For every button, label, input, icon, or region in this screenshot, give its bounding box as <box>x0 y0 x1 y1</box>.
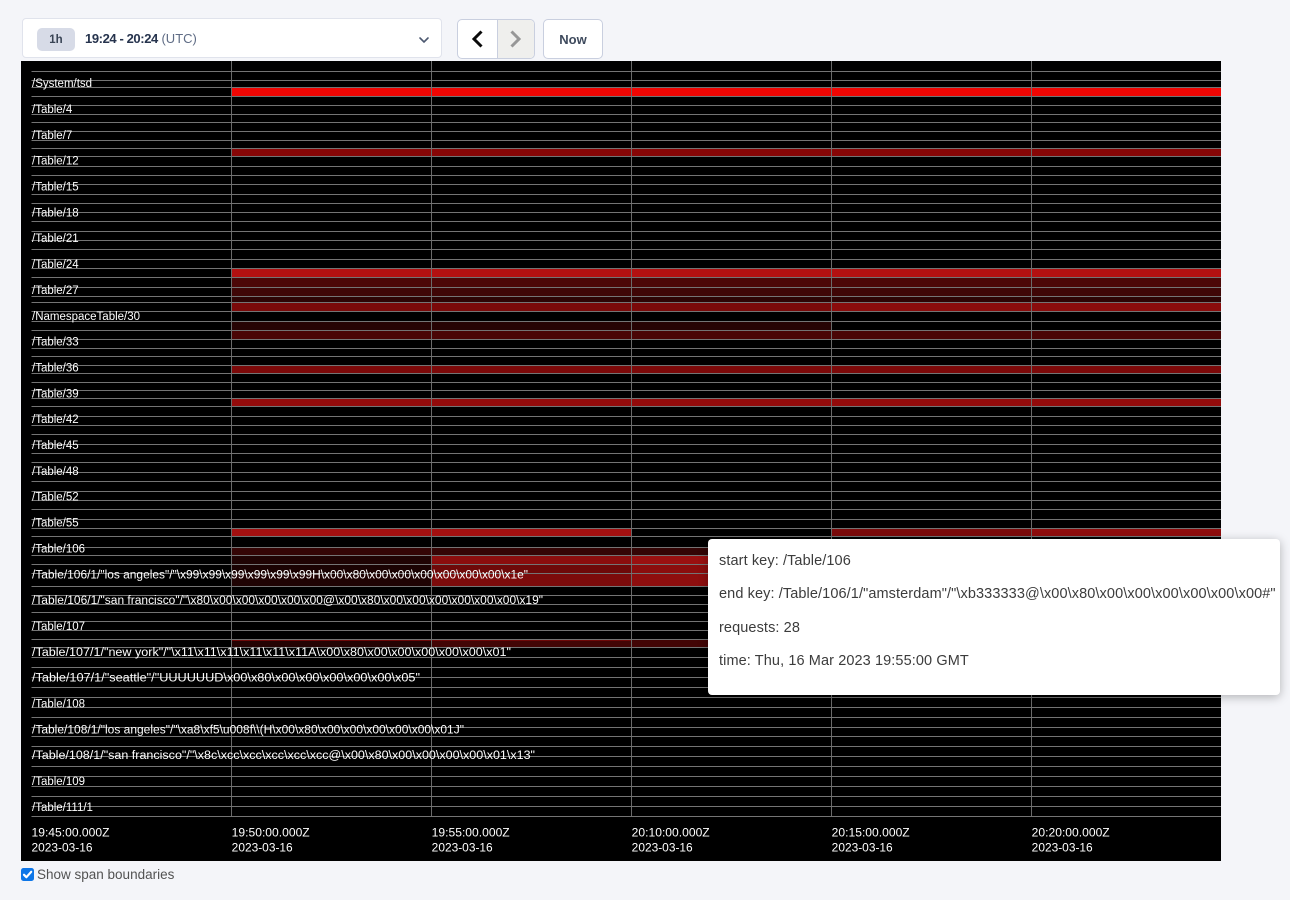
svg-text:2023-03-16: 2023-03-16 <box>232 843 293 855</box>
svg-text:2023-03-16: 2023-03-16 <box>432 843 493 855</box>
svg-text:/Table/4: /Table/4 <box>32 104 73 116</box>
svg-text:/Table/15: /Table/15 <box>32 182 79 194</box>
svg-text:/Table/12: /Table/12 <box>32 156 79 168</box>
svg-text:/Table/106: /Table/106 <box>32 543 85 555</box>
svg-text:/Table/24: /Table/24 <box>32 259 79 271</box>
svg-text:/Table/42: /Table/42 <box>32 414 79 426</box>
svg-text:20:10:00.000Z: 20:10:00.000Z <box>632 828 710 840</box>
svg-text:20:20:00.000Z: 20:20:00.000Z <box>1032 828 1110 840</box>
svg-text:/Table/39: /Table/39 <box>32 388 79 400</box>
svg-text:/Table/18: /Table/18 <box>32 207 79 219</box>
svg-text:/Table/108/1/"san francisco"/": /Table/108/1/"san francisco"/"\x8c\xcc\x… <box>32 750 535 762</box>
svg-text:/Table/33: /Table/33 <box>32 337 79 349</box>
svg-text:/Table/107/1/"new york"/"\x11\: /Table/107/1/"new york"/"\x11\x11\x11\x1… <box>32 647 511 659</box>
svg-text:2023-03-16: 2023-03-16 <box>832 843 893 855</box>
svg-text:/Table/48: /Table/48 <box>32 466 79 478</box>
svg-text:/Table/108/1/"los angeles"/"\x: /Table/108/1/"los angeles"/"\xa8\xf5\u00… <box>32 724 464 736</box>
svg-text:/Table/111/1: /Table/111/1 <box>32 802 93 814</box>
svg-text:/Table/21: /Table/21 <box>32 233 79 245</box>
svg-text:2023-03-16: 2023-03-16 <box>632 843 693 855</box>
svg-text:/Table/36: /Table/36 <box>32 363 79 375</box>
svg-text:/Table/107/1/"seattle"/"UUUUUU: /Table/107/1/"seattle"/"UUUUUUD\x00\x80\… <box>32 673 420 685</box>
svg-text:/Table/106/1/"los angeles"/"\x: /Table/106/1/"los angeles"/"\x99\x99\x99… <box>32 569 528 581</box>
svg-text:/Table/45: /Table/45 <box>32 440 79 452</box>
svg-text:/System/tsd: /System/tsd <box>32 78 92 90</box>
svg-text:/Table/106/1/"san francisco"/": /Table/106/1/"san francisco"/"\x80\x00\x… <box>32 595 543 607</box>
svg-text:/Table/109: /Table/109 <box>32 776 85 788</box>
svg-text:/Table/7: /Table/7 <box>32 130 72 142</box>
svg-text:/NamespaceTable/30: /NamespaceTable/30 <box>32 311 140 323</box>
svg-text:/Table/107: /Table/107 <box>32 621 85 633</box>
svg-text:/Table/52: /Table/52 <box>32 492 79 504</box>
svg-text:/Table/108: /Table/108 <box>32 699 85 711</box>
svg-text:19:50:00.000Z: 19:50:00.000Z <box>232 828 310 840</box>
svg-text:19:45:00.000Z: 19:45:00.000Z <box>32 828 110 840</box>
svg-text:2023-03-16: 2023-03-16 <box>32 843 93 855</box>
svg-text:2023-03-16: 2023-03-16 <box>1032 843 1093 855</box>
svg-text:20:15:00.000Z: 20:15:00.000Z <box>832 828 910 840</box>
svg-text:/Table/27: /Table/27 <box>32 285 79 297</box>
svg-text:19:55:00.000Z: 19:55:00.000Z <box>432 828 510 840</box>
svg-text:/Table/55: /Table/55 <box>32 518 79 530</box>
